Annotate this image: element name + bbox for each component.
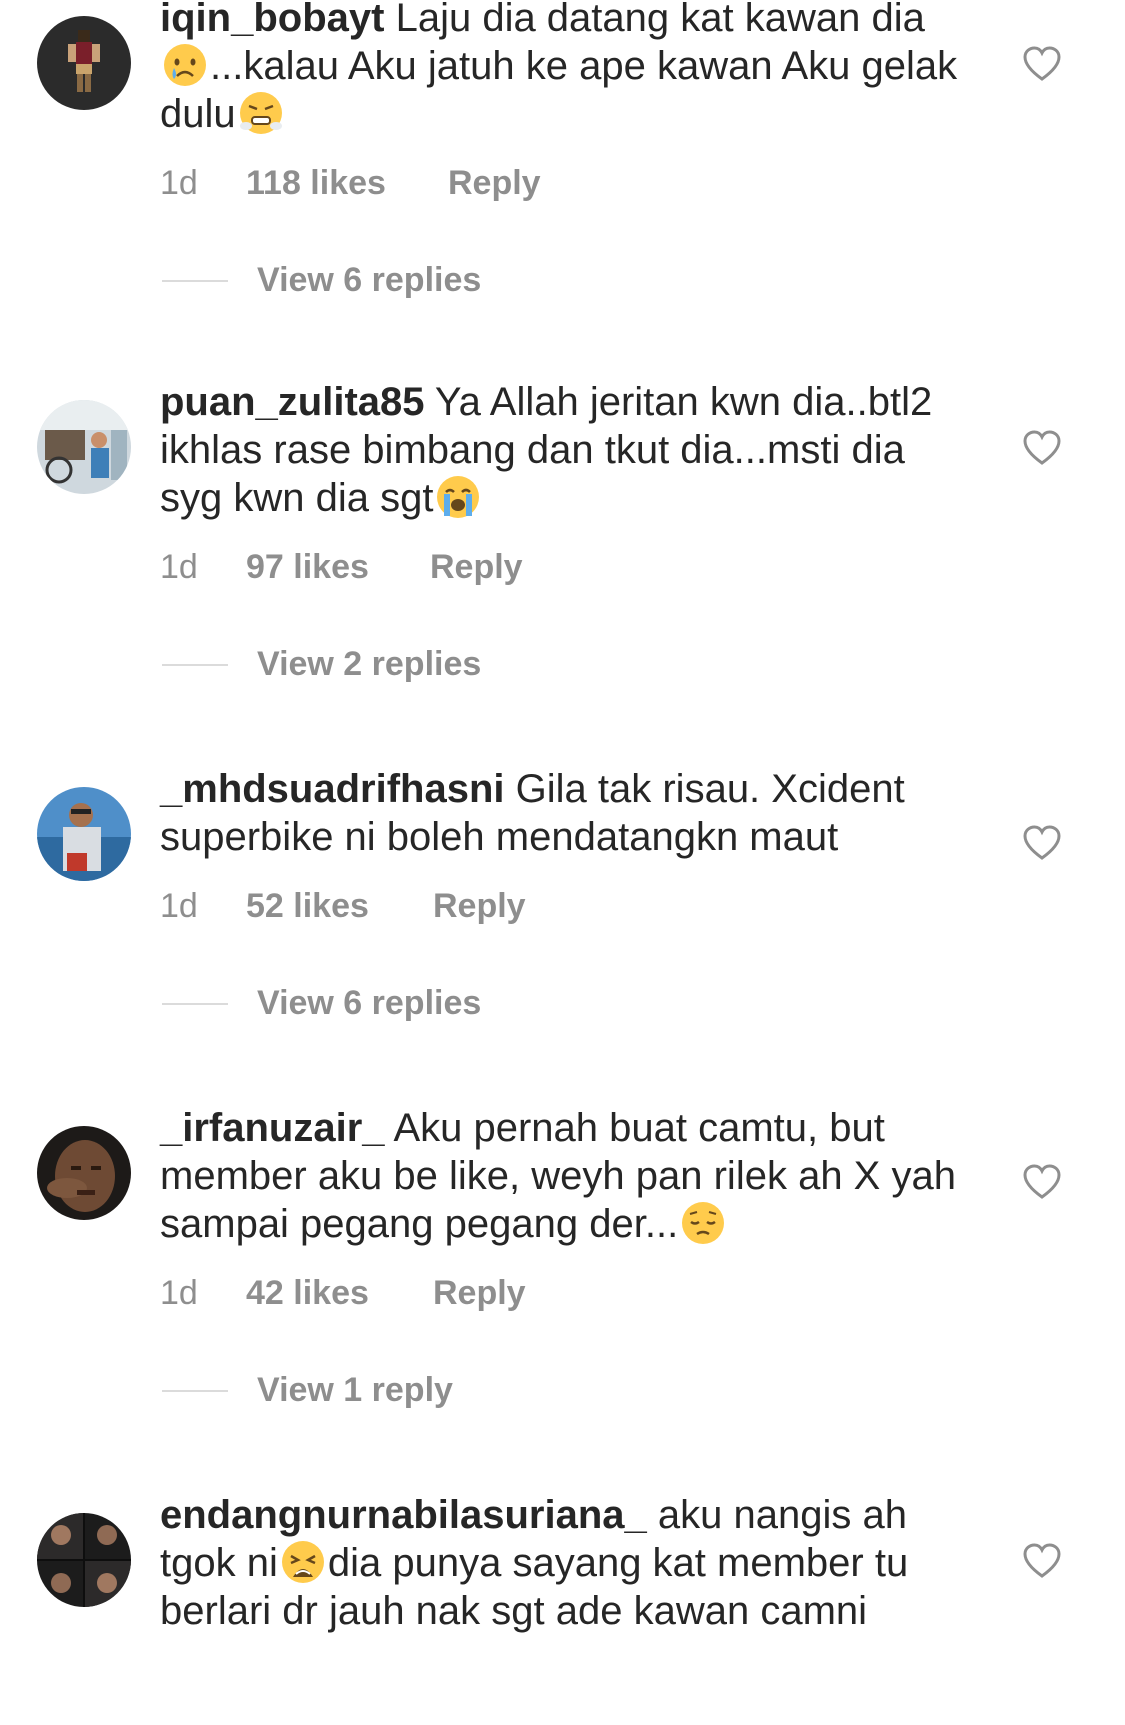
- comment-username[interactable]: endangnurnabilasuriana_: [160, 1493, 647, 1537]
- avatar[interactable]: [37, 1126, 131, 1220]
- comment-text: _mhdsuadrifhasni Gila tak risau. Xcident…: [160, 765, 960, 861]
- comment-time: 1d: [160, 164, 198, 202]
- view-replies-label: View 6 replies: [257, 984, 482, 1022]
- avatar[interactable]: [37, 16, 131, 110]
- loudly-crying-face-icon: [435, 474, 481, 520]
- view-replies-label: View 2 replies: [257, 645, 482, 683]
- face-with-steam-icon: [238, 90, 284, 136]
- avatar[interactable]: [37, 787, 131, 881]
- heart-outline-icon[interactable]: [1022, 429, 1062, 467]
- replies-divider: [162, 1003, 228, 1005]
- comment-likes[interactable]: 42 likes: [246, 1273, 369, 1313]
- comment-time: 1d: [160, 548, 198, 586]
- comment-likes[interactable]: 118 likes: [246, 163, 386, 203]
- comment-body: Laju dia datang kat kawan dia: [395, 0, 925, 40]
- comment-time: 1d: [160, 887, 198, 925]
- comment-username[interactable]: puan_zulita85: [160, 380, 425, 424]
- comment-username[interactable]: _mhdsuadrifhasni: [160, 767, 505, 811]
- reply-button[interactable]: Reply: [433, 1273, 526, 1313]
- comment-username[interactable]: _irfanuzair_: [160, 1106, 385, 1150]
- reply-button[interactable]: Reply: [430, 547, 523, 587]
- avatar[interactable]: [37, 1513, 131, 1607]
- replies-divider: [162, 1390, 228, 1392]
- reply-button[interactable]: Reply: [433, 886, 526, 926]
- heart-outline-icon[interactable]: [1022, 824, 1062, 862]
- comments-list: iqin_bobayt Laju dia datang kat kawan di…: [0, 0, 1125, 1725]
- comment-text: puan_zulita85 Ya Allah jeritan kwn dia..…: [160, 378, 960, 522]
- view-replies-label: View 6 replies: [257, 261, 482, 299]
- comment-text: iqin_bobayt Laju dia datang kat kawan di…: [160, 0, 960, 138]
- avatar[interactable]: [37, 400, 131, 494]
- pensive-face-icon: [680, 1200, 726, 1246]
- replies-divider: [162, 280, 228, 282]
- heart-outline-icon[interactable]: [1022, 1163, 1062, 1201]
- heart-outline-icon[interactable]: [1022, 1542, 1062, 1580]
- comment-text: endangnurnabilasuriana_ aku nangis ah tg…: [160, 1491, 960, 1635]
- comment-text: _irfanuzair_ Aku pernah buat camtu, but …: [160, 1104, 960, 1248]
- comment-likes[interactable]: 52 likes: [246, 886, 369, 926]
- heart-outline-icon[interactable]: [1022, 45, 1062, 83]
- reply-button[interactable]: Reply: [448, 163, 541, 203]
- replies-divider: [162, 664, 228, 666]
- comment-likes[interactable]: 97 likes: [246, 547, 369, 587]
- crying-face-icon: [162, 42, 208, 88]
- weary-face-icon: [280, 1539, 326, 1585]
- comment-time: 1d: [160, 1274, 198, 1312]
- comment-username[interactable]: iqin_bobayt: [160, 0, 384, 40]
- view-replies-label: View 1 reply: [257, 1371, 453, 1409]
